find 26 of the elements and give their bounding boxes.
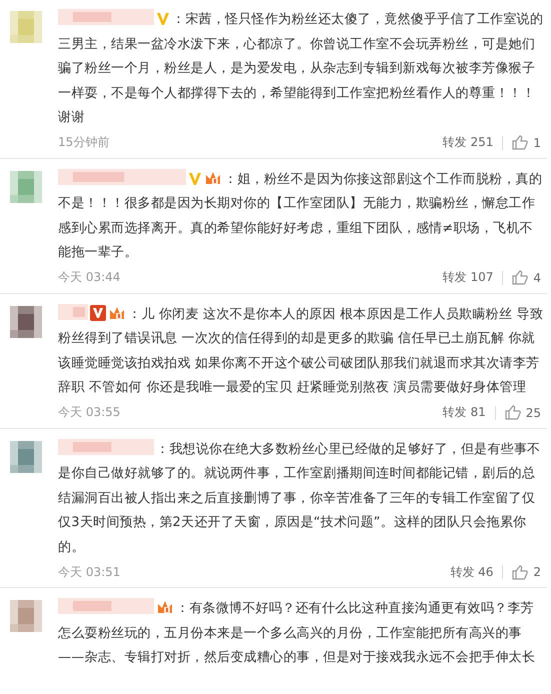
like-count: 1 — [533, 136, 541, 150]
repost-link[interactable]: 转发 251 — [442, 134, 494, 151]
pixelated-name[interactable] — [58, 168, 186, 184]
pixelated-name[interactable] — [58, 304, 88, 320]
comment-text: ：姐，粉丝不是因为你接这部剧这个工作而脱粉，真的不是！！！很多都是因为长期对你的【工作室团队】无能力，欺骗粉丝，懈怠工作感到心累而选择离开。真的希望你能好好考虑，重组下团队，感情≠职场，飞机不能拖一辈子。 — [58, 168, 545, 266]
repost-link[interactable]: 转发 46 — [450, 564, 494, 580]
timestamp: 今天 03:55 — [58, 404, 120, 421]
like-count: 25 — [526, 406, 541, 420]
repost-link[interactable]: 转发 81 — [442, 404, 486, 421]
timestamp: 今天 03:51 — [58, 564, 120, 580]
thumbs-up-icon[interactable] — [504, 405, 521, 420]
thumbs-up-icon[interactable] — [512, 135, 528, 150]
like-count: 2 — [533, 565, 541, 579]
pixelated-name[interactable] — [58, 438, 154, 454]
pixelated-name[interactable] — [58, 598, 154, 614]
repost-link[interactable]: 转发 107 — [442, 269, 494, 286]
comment-text: ：有条微博不好吗？还有什么比这种直接沟通更有效吗？李芳怎么耍粉丝玩的，五月份本来是一个多么高兴的月份，工作室能把所有高兴的事——杂志、专辑打对折，然后变成糟心的事，但是对于接戏我永远不会把手伸太长 — [58, 597, 545, 670]
timestamp: 15分钟前 — [58, 134, 110, 151]
comment-text: ：儿 你闭麦 这次不是你本人的原因 根本原因是工作人员欺瞒粉丝 导致粉丝得到了错误讯息 一次次的信任得到的却是更多的欺骗 信任早已土崩瓦解 你就该睡觉睡觉该拍戏拍戏 如果你离不开这个破公司破团队那我们就退而求其次请李芳辞职 不管如何 你还是我唯一最爱的宝贝 赶紧睡觉别熬夜 演员需要做好身体管理 — [58, 302, 545, 400]
like-count: 4 — [533, 270, 541, 284]
comment-text: ：我想说你在绝大多数粉丝心里已经做的足够好了，但是有些事不是你自己做好就够了的。就说两件事，工作室剧播期间连时间都能记错，剧后的总结漏洞百出被人指出来之后直接删博了事，你辛苦准备了三年的专辑工作室留了仅仅3天时间预热，第2天还开了天窗，原因是“技术问题”。这样的团队只会拖累你的。 — [58, 438, 545, 560]
comment-text: ：宋茜，怪只怪作为粉丝还太傻了，竟然傻乎乎信了工作室说的三男主，结果一盆冷水泼下来，心都凉了。你曾说工作室不会玩弄粉丝，可是她们骗了粉丝一个月，粉丝是人，是为爱发电，从杂志到专辑到新戏每次被李芳像猴子一样耍，不是每个人都撑得下去的，希望能得到工作室把粉丝看作人的尊重！！！谢谢 — [58, 8, 545, 130]
pixelated-name[interactable] — [58, 9, 154, 25]
thumbs-up-icon[interactable] — [512, 564, 528, 580]
thumbs-up-icon[interactable] — [512, 270, 528, 285]
timestamp: 今天 03:44 — [58, 269, 120, 286]
